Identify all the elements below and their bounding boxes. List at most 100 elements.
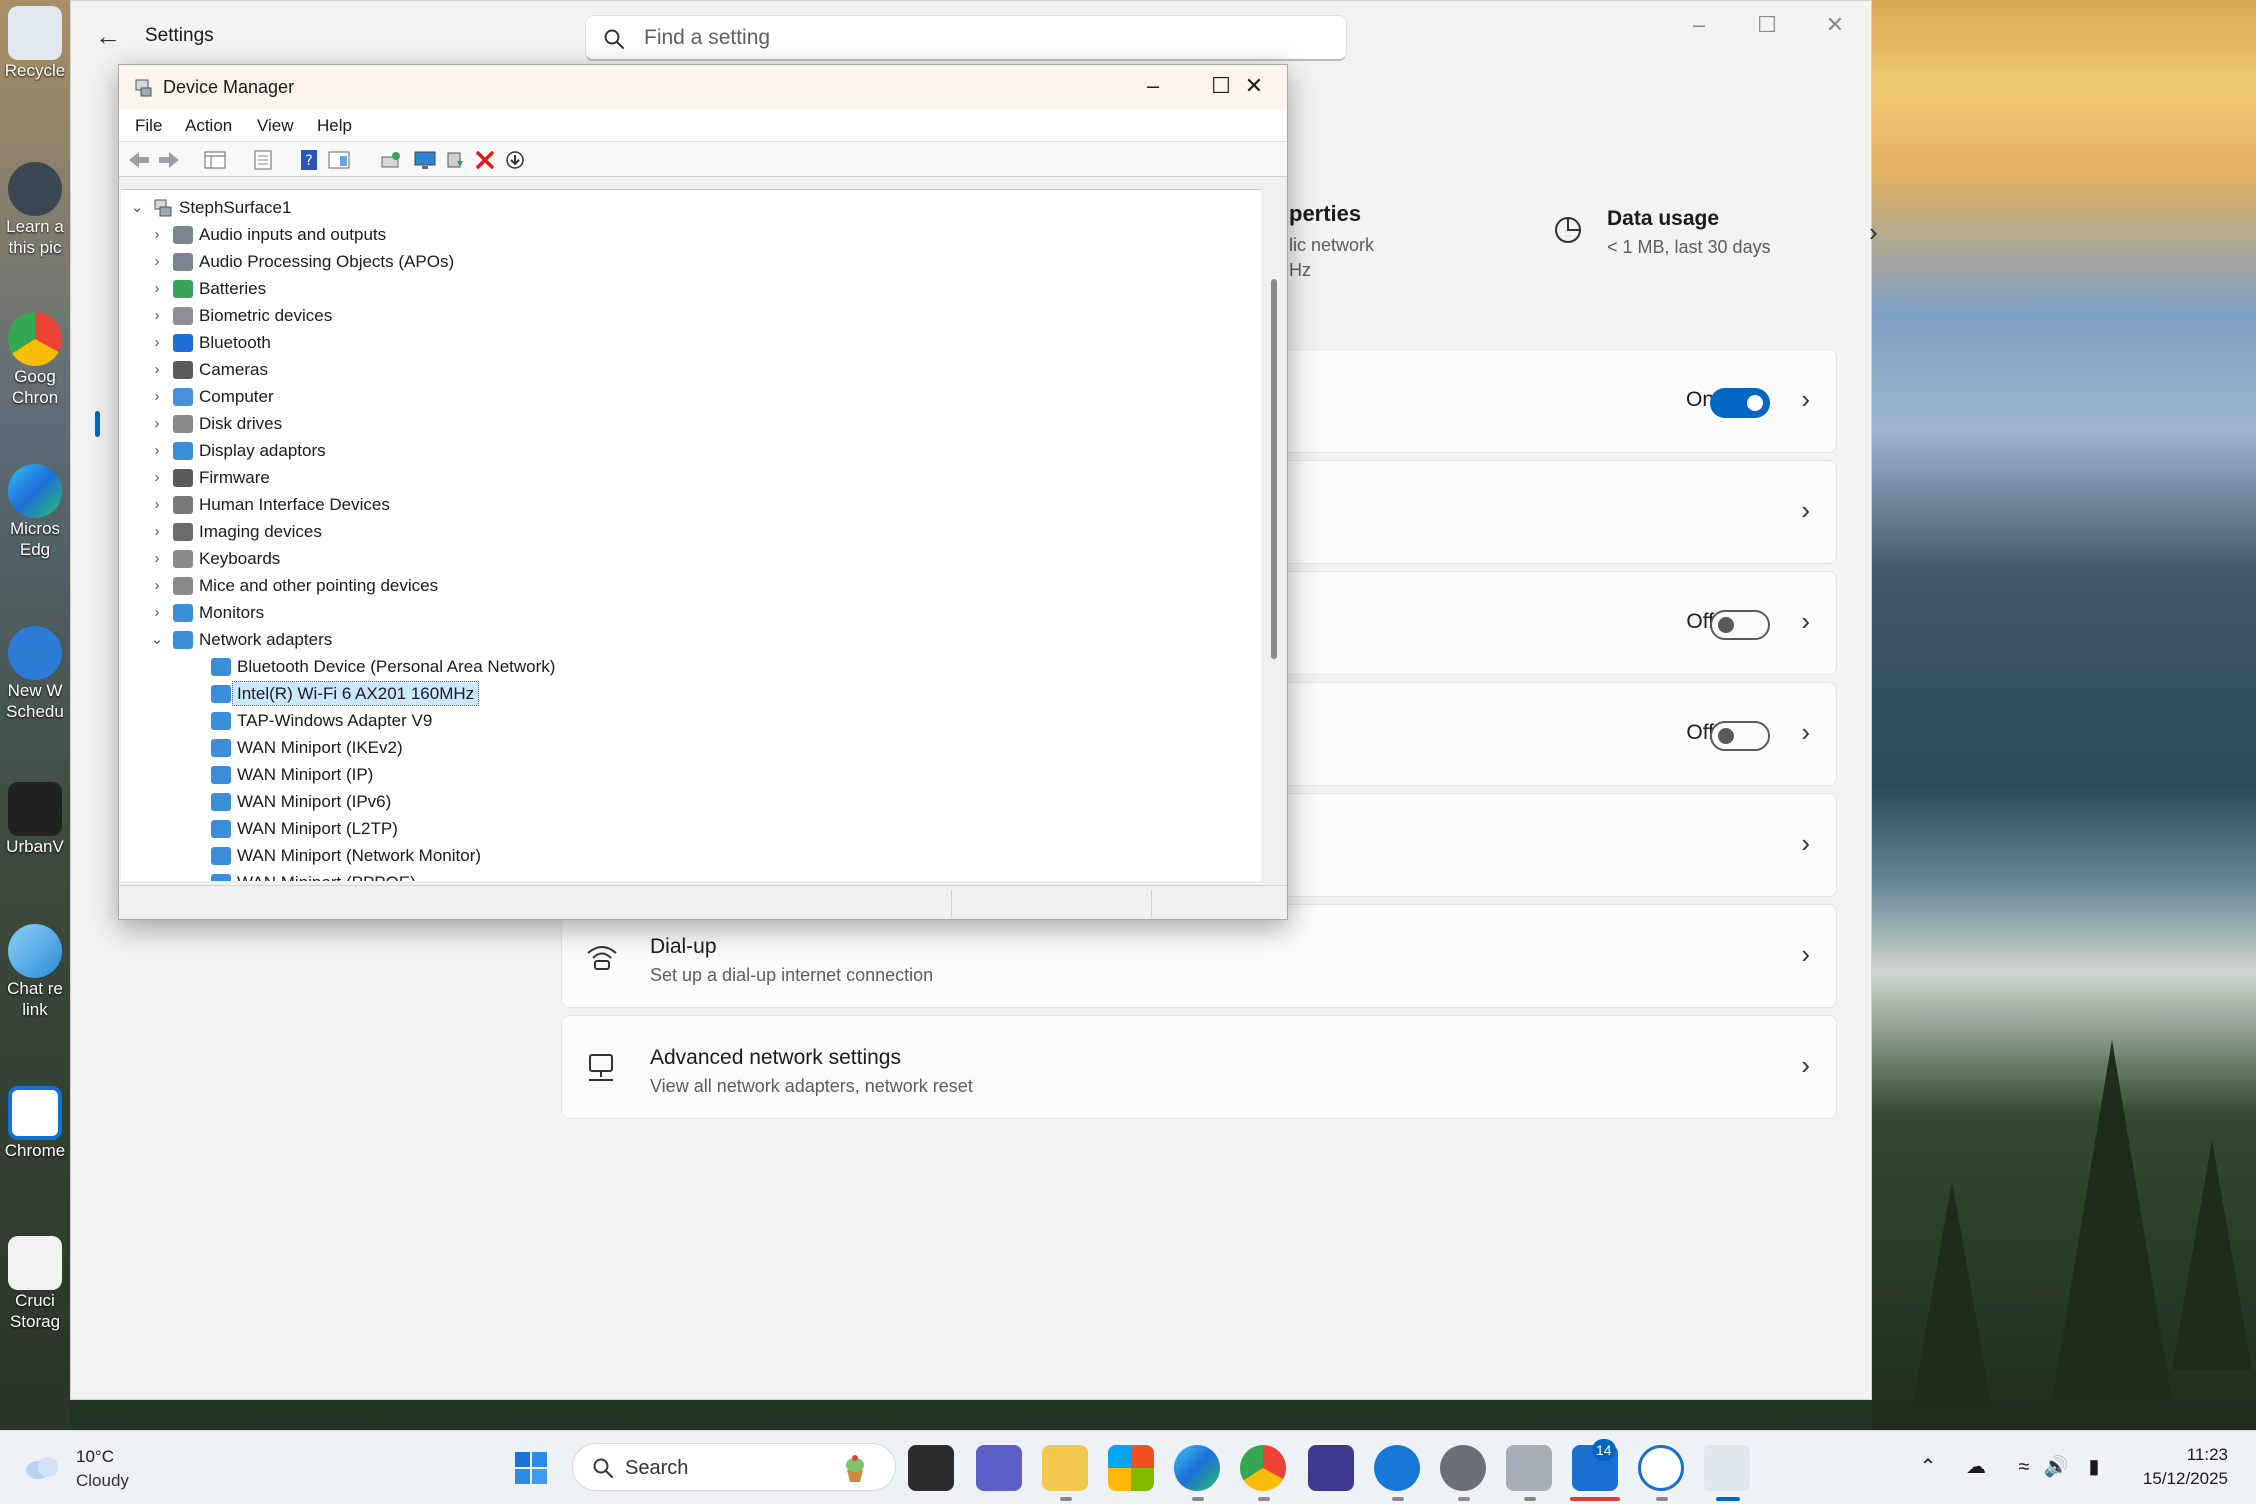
chevron-right-icon[interactable]: › [149,410,165,437]
data-usage-link[interactable]: Data usage < 1 MB, last 30 days › [1553,201,1893,261]
tree-category[interactable]: › Bluetooth [121,329,1261,356]
desktop-icon-chat-link[interactable]: Chat re link [0,924,70,1020]
settings-search-input[interactable] [644,24,1324,52]
show-hide-console-tree-icon[interactable] [203,149,227,171]
chevron-down-icon[interactable]: ⌄ [129,194,145,221]
uninstall-device-icon[interactable] [473,149,497,171]
properties-icon[interactable] [251,149,275,171]
back-arrow-icon[interactable]: ← [93,21,123,51]
wifi-toggle[interactable] [1710,388,1770,418]
get-help-icon[interactable] [1374,1445,1420,1491]
settings-card-advanced-network[interactable]: Advanced network settings View all netwo… [561,1015,1837,1119]
chevron-right-icon[interactable]: › [149,383,165,410]
tree-category[interactable]: › Human Interface Devices [121,491,1261,518]
chevron-right-icon[interactable]: › [149,302,165,329]
tree-device[interactable]: WAN Miniport (IPv6) [121,788,1261,815]
action-pane-icon[interactable] [327,149,351,171]
chevron-right-icon[interactable]: › [149,221,165,248]
toggle-switch[interactable] [1710,721,1770,751]
tree-device[interactable]: TAP-Windows Adapter V9 [121,707,1261,734]
tree-category[interactable]: › Audio inputs and outputs [121,221,1261,248]
menu-action[interactable]: Action [185,116,232,136]
chevron-right-icon[interactable]: › [149,572,165,599]
tree-device[interactable]: WAN Miniport (PPPOE) [121,869,1261,881]
settings-gear-icon[interactable] [1440,1445,1486,1491]
device-manager-taskbar-icon[interactable] [1506,1445,1552,1491]
windows-start-icon[interactable] [508,1445,554,1491]
wifi-icon[interactable]: ≈ [2010,1453,2038,1481]
speaker-icon[interactable]: 🔊 [2042,1453,2070,1481]
chevron-right-icon[interactable]: › [149,518,165,545]
settings-search-box[interactable] [585,15,1347,61]
menu-help[interactable]: Help [317,116,352,136]
chevron-up-icon[interactable]: ⌃ [1914,1453,1942,1481]
chevron-right-icon[interactable]: › [149,599,165,626]
tree-category[interactable]: › Disk drives [121,410,1261,437]
desktop-icon-urbanvpn[interactable]: UrbanV [0,782,70,857]
desktop-icon-new-schedule[interactable]: New W Schedu [0,626,70,722]
scan-hardware-icon[interactable] [379,149,403,171]
chevron-right-icon[interactable]: › [149,248,165,275]
device-manager-titlebar[interactable]: Device Manager – ☐ ✕ [119,65,1287,109]
chevron-right-icon[interactable]: › [149,329,165,356]
tree-category[interactable]: ⌄ Network adapters [121,626,1261,653]
chevron-down-icon[interactable]: ⌄ [149,626,165,653]
tree-device[interactable]: WAN Miniport (L2TP) [121,815,1261,842]
maximize-button[interactable]: ☐ [1733,1,1801,51]
battery-icon[interactable]: ▮ [2080,1453,2108,1481]
properties-summary[interactable]: perties lic network Hz [1289,201,1374,281]
tree-device[interactable]: WAN Miniport (Network Monitor) [121,842,1261,869]
download-icon[interactable] [503,149,527,171]
file-explorer-icon[interactable] [1042,1445,1088,1491]
vertical-scrollbar[interactable] [1263,189,1285,881]
chrome-icon[interactable] [1240,1445,1286,1491]
chevron-right-icon[interactable]: › [149,356,165,383]
cloud-sync-icon[interactable]: ☁ [1962,1453,1990,1481]
menu-view[interactable]: View [257,116,294,136]
desktop-icon-learn-about-picture[interactable]: Learn a this pic [0,162,70,258]
menu-file[interactable]: File [135,116,162,136]
tree-root[interactable]: ⌄ StephSurface1 [121,194,1261,221]
tree-device[interactable]: Bluetooth Device (Personal Area Network) [121,653,1261,680]
chevron-right-icon[interactable]: › [149,437,165,464]
minimize-button[interactable]: – [1119,65,1187,109]
tree-category[interactable]: › Cameras [121,356,1261,383]
weather-widget[interactable]: 10°C Cloudy [22,1443,162,1493]
tree-category[interactable]: › Computer [121,383,1261,410]
tree-device[interactable]: WAN Miniport (IP) [121,761,1261,788]
tree-category[interactable]: › Firmware [121,464,1261,491]
taskbar-clock[interactable]: 11:23 15/12/2025 [2143,1443,2228,1491]
close-button[interactable]: ✕ [1801,1,1869,51]
chevron-right-icon[interactable]: › [149,545,165,572]
quick-assist-icon[interactable] [1638,1445,1684,1491]
scrollbar-thumb[interactable] [1271,279,1277,659]
tree-category[interactable]: › Mice and other pointing devices [121,572,1261,599]
tree-category[interactable]: › Monitors [121,599,1261,626]
desktop-icon-crucial-storage[interactable]: Cruci Storag [0,1236,70,1332]
tree-device[interactable]: Intel(R) Wi-Fi 6 AX201 160MHz [121,680,1261,707]
microsoft-store-icon[interactable] [1108,1445,1154,1491]
chevron-right-icon[interactable]: › [149,464,165,491]
chevron-right-icon[interactable]: › [149,275,165,302]
chevron-right-icon[interactable]: › [149,491,165,518]
close-button[interactable]: ✕ [1220,65,1288,109]
help-icon[interactable]: ? [297,149,321,171]
device-manager-taskbar-icon[interactable] [1704,1445,1750,1491]
desktop-icon-microsoft-edge[interactable]: Micros Edg [0,464,70,560]
tree-category[interactable]: › Keyboards [121,545,1261,572]
toggle-switch[interactable] [1710,610,1770,640]
tree-category[interactable]: › Audio Processing Objects (APOs) [121,248,1261,275]
tree-category[interactable]: › Display adaptors [121,437,1261,464]
tree-category[interactable]: › Batteries [121,275,1261,302]
tree-device[interactable]: WAN Miniport (IKEv2) [121,734,1261,761]
desktop-icon-recycle-bin[interactable]: Recycle [0,6,70,81]
tree-category[interactable]: › Imaging devices [121,518,1261,545]
back-arrow-icon[interactable] [127,149,151,171]
edge-icon[interactable] [1174,1445,1220,1491]
taskbar-search[interactable]: Search [572,1443,896,1491]
forward-arrow-icon[interactable] [157,149,181,171]
update-driver-icon[interactable] [443,149,467,171]
minimize-button[interactable]: – [1665,1,1733,51]
tree-category[interactable]: › Biometric devices [121,302,1261,329]
monitor-icon[interactable] [413,149,437,171]
